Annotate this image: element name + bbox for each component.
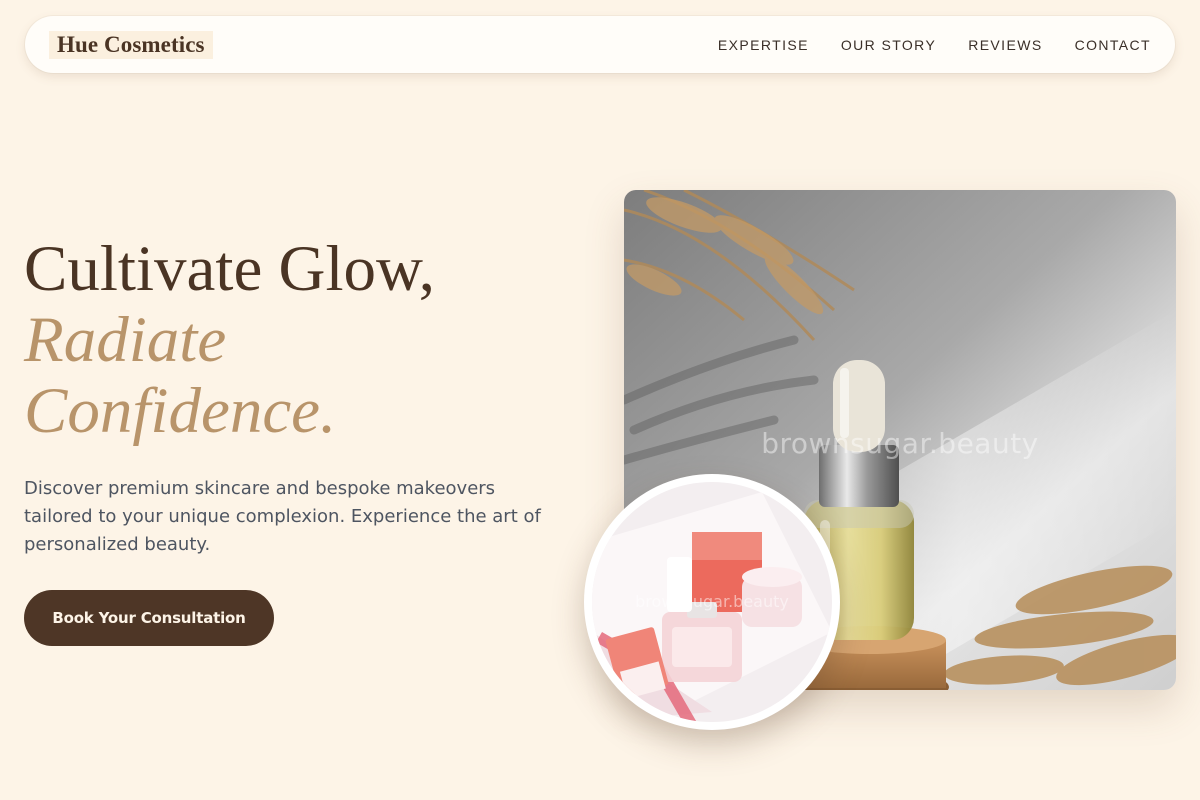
book-consultation-button[interactable]: Book Your Consultation	[24, 590, 274, 646]
nav-link-reviews[interactable]: REVIEWS	[968, 37, 1042, 53]
nav-link-contact[interactable]: CONTACT	[1075, 37, 1151, 53]
inset-image-watermark: brownsugar.beauty	[635, 592, 789, 611]
nav-link-our-story[interactable]: OUR STORY	[841, 37, 936, 53]
hero-title-line: Cultivate Glow,	[24, 233, 436, 305]
hero-title-accent-2: Confidence.	[24, 375, 337, 447]
product-box-inset-frame: brownsugar.beauty	[592, 482, 832, 722]
nav-link-expertise[interactable]: EXPERTISE	[718, 37, 809, 53]
hero-title: Cultivate Glow, Radiate Confidence.	[24, 234, 584, 447]
navbar: Hue Cosmetics EXPERTISE OUR STORY REVIEW…	[25, 16, 1175, 73]
brand-logo[interactable]: Hue Cosmetics	[49, 30, 213, 59]
product-box-inset-image: brownsugar.beauty	[584, 474, 840, 730]
hero-description: Discover premium skincare and bespoke ma…	[24, 478, 541, 555]
nav-menu: EXPERTISE OUR STORY REVIEWS CONTACT	[718, 37, 1151, 53]
hero-title-accent-1: Radiate	[24, 304, 227, 376]
